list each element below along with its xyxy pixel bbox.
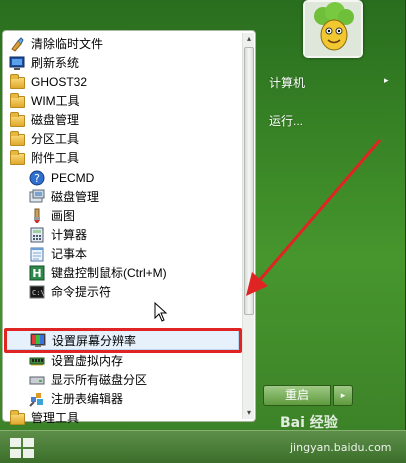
list-item-label: 刷新系统 bbox=[31, 56, 80, 70]
list-item-ghost32[interactable]: GHOST32 bbox=[3, 72, 239, 91]
calculator-icon bbox=[29, 227, 45, 243]
computer-submenu-arrow-icon[interactable]: ▸ bbox=[384, 75, 389, 86]
cleanup-icon bbox=[9, 36, 25, 52]
list-item-calculator[interactable]: 计算器 bbox=[3, 225, 239, 244]
refresh-system-icon bbox=[9, 55, 25, 71]
mouse-cursor-icon bbox=[154, 302, 168, 322]
cartoon-avatar-icon bbox=[305, 2, 361, 56]
list-item-wim-tools[interactable]: WIM工具 bbox=[3, 91, 239, 110]
list-item-accessories[interactable]: 附件工具 bbox=[3, 148, 239, 167]
svg-text:H: H bbox=[32, 267, 41, 280]
folder-icon bbox=[9, 92, 25, 109]
list-item-label: 设置虚拟内存 bbox=[51, 354, 124, 368]
list-item-label: 清除临时文件 bbox=[31, 37, 104, 51]
list-item-label: 显示所有磁盘分区 bbox=[51, 373, 148, 387]
help-icon: ? bbox=[29, 170, 45, 186]
list-item-partition-tools[interactable]: 分区工具 bbox=[3, 129, 239, 148]
start-button[interactable] bbox=[6, 433, 40, 463]
highlight-annotation-box bbox=[4, 328, 242, 353]
list-item-label: 附件工具 bbox=[31, 151, 80, 165]
list-item-label: 磁盘管理 bbox=[31, 113, 80, 127]
scroll-down-icon[interactable]: ▾ bbox=[243, 407, 255, 419]
list-item-label: 注册表编辑器 bbox=[51, 392, 124, 406]
user-avatar[interactable] bbox=[303, 0, 363, 58]
list-item-label: GHOST32 bbox=[31, 74, 88, 89]
list-item-refresh-system[interactable]: 刷新系统 bbox=[3, 53, 239, 72]
list-item-label: PECMD bbox=[51, 170, 95, 185]
paint-icon bbox=[29, 208, 45, 224]
notepad-icon bbox=[29, 246, 45, 262]
keyboard-mouse-icon: H bbox=[29, 265, 45, 281]
run-link[interactable]: 运行... bbox=[269, 112, 303, 129]
list-item-admin-tools[interactable]: 管理工具 bbox=[3, 408, 239, 427]
list-item-label: 分区工具 bbox=[31, 132, 80, 146]
power-options-arrow-icon[interactable]: ▸ bbox=[333, 385, 353, 406]
drive-icon bbox=[29, 372, 45, 388]
disk-management-icon bbox=[29, 189, 45, 205]
list-item-label: 键盘控制鼠标(Ctrl+M) bbox=[51, 266, 167, 280]
list-item-paint[interactable]: 画图 bbox=[3, 206, 239, 225]
scrollbar[interactable]: ▴ ▾ bbox=[242, 33, 254, 419]
list-item-notepad[interactable]: 记事本 bbox=[3, 244, 239, 263]
list-item-label: 管理工具 bbox=[31, 411, 80, 425]
cmd-icon: C:\ bbox=[29, 284, 45, 300]
list-item-show-all-partitions[interactable]: 显示所有磁盘分区 bbox=[3, 370, 239, 389]
list-item-label: 命令提示符 bbox=[51, 285, 112, 299]
list-item-label: WIM工具 bbox=[31, 94, 80, 108]
scroll-up-icon[interactable]: ▴ bbox=[243, 33, 255, 45]
list-item-registry-editor[interactable]: 注册表编辑器 bbox=[3, 389, 239, 408]
list-item-virtual-memory[interactable]: 设置虚拟内存 bbox=[3, 351, 239, 370]
svg-text:C:\: C:\ bbox=[32, 289, 45, 297]
list-item-cleanup-temp[interactable]: 清除临时文件 bbox=[3, 34, 239, 53]
svg-text:?: ? bbox=[34, 172, 40, 185]
list-item-disk-management-folder[interactable]: 磁盘管理 bbox=[3, 110, 239, 129]
watermark-url: jingyan.baidu.com bbox=[290, 441, 392, 454]
program-list: 清除临时文件 刷新系统 GHOST32 WIM工具 磁盘管理 分区工具 附件工具… bbox=[3, 31, 242, 425]
list-item-label: 计算器 bbox=[51, 228, 88, 242]
power-controls: 重启 ▸ bbox=[263, 385, 354, 406]
folder-icon bbox=[9, 149, 25, 166]
scroll-thumb[interactable] bbox=[244, 47, 254, 315]
programs-pane: 清除临时文件 刷新系统 GHOST32 WIM工具 磁盘管理 分区工具 附件工具… bbox=[2, 30, 256, 425]
list-item-label: 画图 bbox=[51, 209, 76, 223]
list-item-command-prompt[interactable]: C:\ 命令提示符 bbox=[3, 282, 239, 301]
windows-logo-icon bbox=[10, 438, 34, 458]
start-menu: 清除临时文件 刷新系统 GHOST32 WIM工具 磁盘管理 分区工具 附件工具… bbox=[0, 0, 406, 430]
computer-link[interactable]: 计算机 bbox=[269, 74, 305, 91]
list-item-disk-management[interactable]: 磁盘管理 bbox=[3, 187, 239, 206]
list-item-label: 记事本 bbox=[51, 247, 88, 261]
watermark-brand: Bai 经验 bbox=[280, 415, 338, 431]
list-item-pecmd[interactable]: ? PECMD bbox=[3, 168, 239, 187]
memory-icon bbox=[29, 353, 45, 369]
folder-icon bbox=[9, 111, 25, 128]
folder-icon bbox=[9, 73, 25, 90]
restart-button[interactable]: 重启 bbox=[263, 385, 331, 406]
folder-icon bbox=[9, 409, 25, 426]
regedit-icon bbox=[29, 391, 45, 407]
list-item-label: 磁盘管理 bbox=[51, 190, 100, 204]
list-item-keyboard-mouse[interactable]: H 键盘控制鼠标(Ctrl+M) bbox=[3, 263, 239, 282]
folder-icon bbox=[9, 130, 25, 147]
